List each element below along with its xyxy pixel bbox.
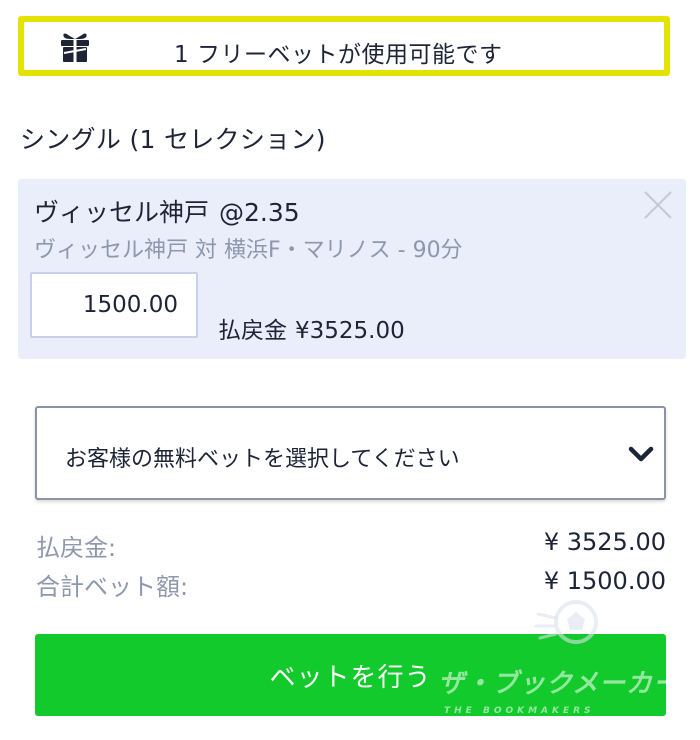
summary-total-value: ¥ 1500.00 (543, 567, 666, 595)
summary-payout-row: 払戻金: ¥ 3525.00 (36, 528, 666, 562)
place-bet-button[interactable]: ベットを行う (35, 634, 666, 716)
selection-team: ヴィッセル神戸 (34, 198, 210, 227)
selection-payout-label: 払戻金 (218, 318, 287, 344)
gift-icon (61, 33, 89, 62)
selection-event: ヴィッセル神戸 対 横浜F・マリノス - 90分 (34, 238, 463, 263)
selection-payout: 払戻金 ¥3525.00 (218, 311, 405, 345)
free-bet-select[interactable]: お客様の無料ベットを選択してください (35, 406, 666, 500)
selection-card: ヴィッセル神戸 @2.35 ヴィッセル神戸 対 横浜F・マリノス - 90分 払戻… (18, 179, 686, 359)
summary-total-label: 合計ベット額: (36, 573, 189, 601)
chevron-down-icon (628, 446, 654, 462)
summary-total-row: 合計ベット額: ¥ 1500.00 (36, 567, 666, 601)
free-bet-select-value: お客様の無料ベットを選択してください (65, 447, 460, 472)
free-bet-banner-text: 1 フリーベットが使用可能です (174, 42, 503, 68)
summary-payout-value: ¥ 3525.00 (543, 528, 666, 556)
stake-input[interactable] (30, 272, 198, 338)
free-bet-banner: 1 フリーベットが使用可能です (18, 16, 670, 76)
section-title: シングル (1 セレクション) (20, 125, 326, 154)
close-icon[interactable] (642, 189, 674, 221)
summary-payout-label: 払戻金: (36, 534, 117, 562)
selection-title: ヴィッセル神戸 @2.35 (34, 193, 300, 229)
selection-odds: @2.35 (219, 198, 300, 227)
selection-payout-amount: ¥3525.00 (295, 318, 405, 344)
